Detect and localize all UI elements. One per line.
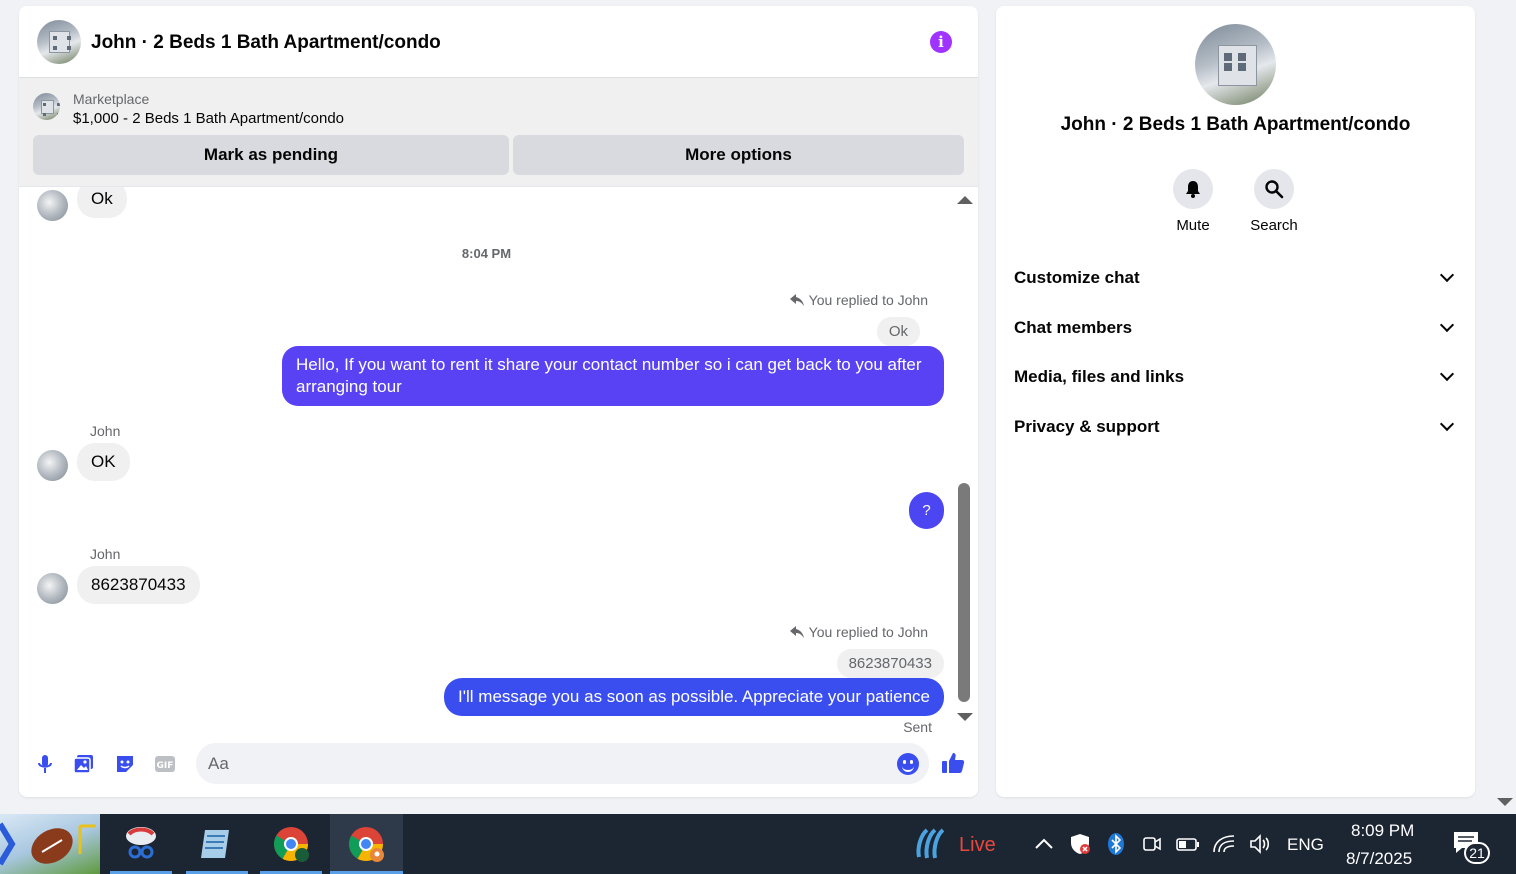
chrome-icon bbox=[349, 827, 384, 862]
chevron-down-icon bbox=[1439, 416, 1455, 432]
football-icon bbox=[0, 822, 96, 866]
search-button[interactable]: Search bbox=[1234, 169, 1314, 234]
details-title: John · 2 Beds 1 Bath Apartment/condo bbox=[1060, 114, 1411, 135]
chevron-down-icon bbox=[1439, 267, 1455, 283]
search-label: Search bbox=[1250, 217, 1298, 234]
mark-as-pending-button[interactable]: Mark as pending bbox=[33, 135, 509, 175]
emoji-icon[interactable] bbox=[897, 753, 919, 775]
john-avatar[interactable] bbox=[37, 450, 68, 481]
outgoing-message[interactable]: ? bbox=[909, 492, 944, 529]
mute-label: Mute bbox=[1176, 217, 1210, 234]
mute-button[interactable]: Mute bbox=[1153, 169, 1233, 234]
section-customize-chat[interactable]: Customize chat bbox=[1014, 263, 1456, 293]
reply-indicator: You replied to John bbox=[789, 292, 928, 308]
sender-name: John bbox=[90, 546, 121, 562]
message-status: Sent bbox=[903, 719, 932, 732]
message-input[interactable] bbox=[196, 743, 929, 784]
message-list: Ok 8:04 PM You replied to John Ok Hello,… bbox=[19, 187, 954, 732]
chevron-up-icon[interactable] bbox=[1032, 832, 1056, 856]
section-chat-members[interactable]: Chat members bbox=[1014, 313, 1456, 343]
details-panel: John · 2 Beds 1 Bath Apartment/condo Mut… bbox=[996, 6, 1475, 797]
info-icon[interactable]: i bbox=[930, 31, 952, 53]
john-avatar[interactable] bbox=[37, 190, 68, 221]
message-scrollbar[interactable] bbox=[954, 187, 978, 732]
taskbar: Live ENG 8:09 PM 8/7/2025 21 bbox=[0, 814, 1516, 874]
reply-icon bbox=[789, 294, 804, 306]
clock-time[interactable]: 8:09 PM bbox=[1351, 821, 1414, 841]
listing-summary[interactable]: $1,000 - 2 Beds 1 Bath Apartment/condo bbox=[73, 110, 344, 127]
chat-panel: John · 2 Beds 1 Bath Apartment/condo i M… bbox=[19, 6, 978, 797]
chevron-down-icon bbox=[1439, 317, 1455, 333]
scroll-up-arrow[interactable] bbox=[957, 196, 973, 204]
taskbar-app-chrome[interactable] bbox=[260, 814, 322, 874]
notification-button[interactable]: 21 bbox=[1452, 830, 1492, 870]
search-icon[interactable] bbox=[1254, 169, 1294, 209]
gif-icon[interactable]: GIF bbox=[154, 753, 176, 775]
camera-icon[interactable] bbox=[1140, 832, 1164, 856]
quoted-message[interactable]: 8623870433 bbox=[836, 649, 944, 678]
chat-title[interactable]: John · 2 Beds 1 Bath Apartment/condo bbox=[91, 32, 441, 54]
marketplace-thumbnail[interactable] bbox=[33, 93, 60, 120]
svg-text:GIF: GIF bbox=[157, 761, 174, 771]
scroll-thumb[interactable] bbox=[958, 483, 970, 702]
incoming-message[interactable]: OK bbox=[77, 443, 130, 481]
security-shield-icon[interactable] bbox=[1068, 832, 1092, 856]
more-options-button[interactable]: More options bbox=[513, 135, 964, 175]
incoming-message[interactable]: Ok bbox=[77, 187, 127, 218]
chat-header: John · 2 Beds 1 Bath Apartment/condo i bbox=[19, 6, 978, 78]
taskbar-app-notepad[interactable] bbox=[186, 814, 248, 874]
section-label: Customize chat bbox=[1014, 268, 1140, 287]
game-widget[interactable] bbox=[0, 814, 100, 874]
taskbar-app-snip[interactable] bbox=[110, 814, 172, 874]
sender-name: John bbox=[90, 423, 121, 439]
section-label: Chat members bbox=[1014, 318, 1133, 337]
incoming-message[interactable]: 8623870433 bbox=[77, 566, 200, 604]
language-indicator[interactable]: ENG bbox=[1287, 835, 1324, 855]
section-label: Media, files and links bbox=[1014, 367, 1185, 386]
scissors-icon bbox=[126, 827, 156, 859]
section-privacy-support[interactable]: Privacy & support bbox=[1014, 412, 1456, 442]
microphone-icon[interactable] bbox=[34, 753, 56, 775]
reply-icon bbox=[789, 626, 804, 638]
clock-date[interactable]: 8/7/2025 bbox=[1346, 849, 1412, 869]
outgoing-message-line: Hello, If you want to rent it share your… bbox=[296, 355, 922, 374]
marketplace-bar: Marketplace $1,000 - 2 Beds 1 Bath Apart… bbox=[19, 78, 978, 187]
live-label[interactable]: Live bbox=[959, 834, 996, 857]
photo-icon[interactable] bbox=[73, 753, 95, 775]
outgoing-message[interactable]: I'll message you as soon as possible. Ap… bbox=[444, 678, 944, 716]
cricket-live-icon[interactable] bbox=[913, 827, 947, 861]
taskbar-app-chrome-profile[interactable] bbox=[330, 814, 403, 874]
message-timestamp: 8:04 PM bbox=[461, 246, 512, 261]
battery-icon[interactable] bbox=[1176, 832, 1200, 856]
outgoing-message[interactable]: Hello, If you want to rent it share your… bbox=[282, 346, 944, 406]
thumbs-up-icon[interactable] bbox=[941, 751, 965, 775]
wifi-icon[interactable] bbox=[1212, 832, 1236, 856]
listing-avatar[interactable] bbox=[37, 20, 81, 64]
scroll-down-arrow[interactable] bbox=[957, 713, 973, 721]
notepad-icon bbox=[201, 830, 229, 858]
details-avatar[interactable] bbox=[1195, 24, 1276, 105]
reply-label-text: You replied to John bbox=[808, 624, 928, 640]
volume-icon[interactable] bbox=[1248, 832, 1272, 856]
bluetooth-icon[interactable] bbox=[1104, 832, 1128, 856]
bell-icon[interactable] bbox=[1173, 169, 1213, 209]
reply-indicator: You replied to John bbox=[789, 624, 928, 640]
outgoing-message-line: arranging tour bbox=[296, 377, 402, 396]
composer: GIF bbox=[19, 739, 978, 789]
section-label: Privacy & support bbox=[1014, 417, 1160, 436]
section-media-files-links[interactable]: Media, files and links bbox=[1014, 362, 1456, 392]
page-scroll-down-arrow[interactable] bbox=[1497, 798, 1513, 806]
quoted-message[interactable]: Ok bbox=[876, 317, 920, 346]
notification-count: 21 bbox=[1464, 842, 1490, 864]
john-avatar[interactable] bbox=[37, 573, 68, 604]
chrome-icon bbox=[274, 827, 309, 862]
marketplace-label: Marketplace bbox=[73, 91, 150, 107]
chevron-down-icon bbox=[1439, 366, 1455, 382]
reply-label-text: You replied to John bbox=[808, 292, 928, 308]
sticker-icon[interactable] bbox=[114, 753, 136, 775]
